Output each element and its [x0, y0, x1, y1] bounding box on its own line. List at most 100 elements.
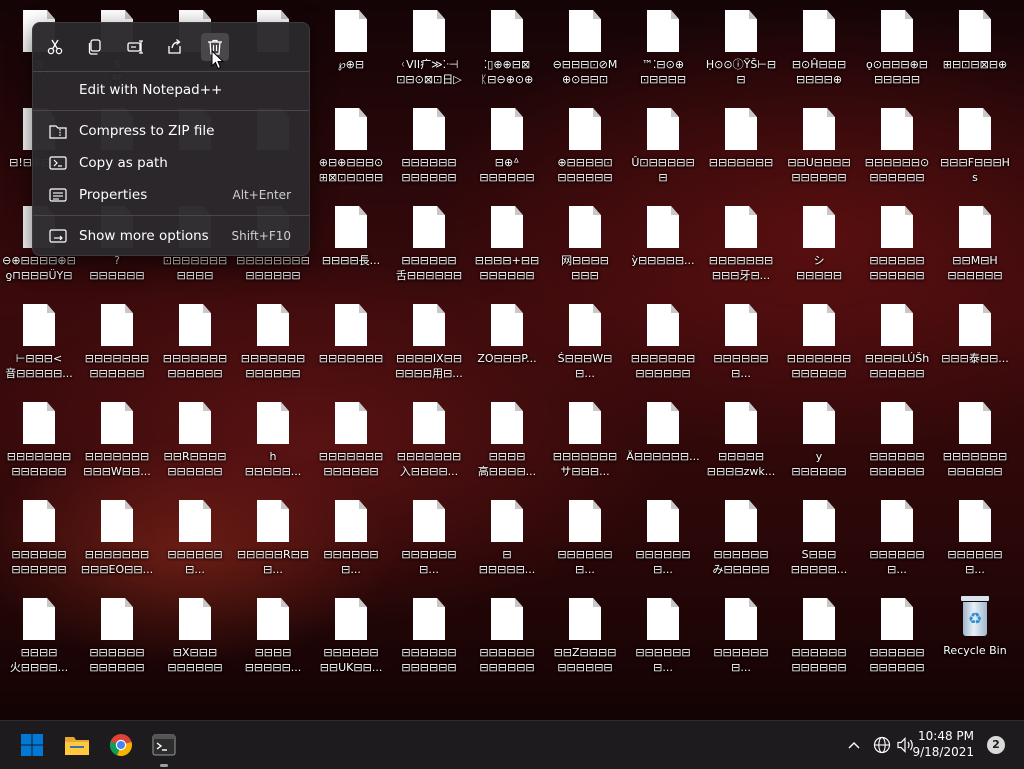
start-icon[interactable] [14, 727, 50, 763]
desktop-file-icon[interactable]: ⊟⊟⊟⊟⊟⊟⊟ ⊟⊟⊟EO⊟⊟... [80, 492, 154, 584]
desktop-file-icon[interactable]: ⊟⊟⊟⊟ 火⊟⊟⊟⊟... [2, 590, 76, 682]
desktop-file-icon[interactable]: ⊢⊟⊟⊟< 音⊟⊟⊟⊟⊟... [2, 296, 76, 388]
desktop-file-icon[interactable]: ỳ⊟⊟⊟⊟⊟... [626, 198, 700, 290]
cut-icon[interactable] [41, 33, 69, 61]
globe-network-icon[interactable] [872, 735, 892, 755]
chrome-icon[interactable] [103, 727, 139, 763]
desktop-file-icon[interactable]: ⊟⊟⊟⊟IX⊟⊟ ⊟⊟⊟⊟用⊟... [392, 296, 466, 388]
file-label: ⊟⊟⊟F⊟⊟⊟Hs ⊟⊟⊟⊟⊟⊟ [940, 156, 1010, 184]
notification-badge[interactable]: 2 [987, 736, 1005, 754]
desktop-file-icon[interactable]: Û⊡⊟⊟⊟⊟⊟ ⊟ [626, 100, 700, 192]
desktop-file-icon[interactable]: ⊟⊟⊟⊟⊟⊟⊟ ⊟⊟⊟⊟⊟⊟ [626, 296, 700, 388]
desktop-file-icon[interactable]: ⊟⊟⊟⊟⊟⊟⊟ ⊟⊟⊟⊟⊟⊟ [236, 296, 310, 388]
desktop-file-icon[interactable]: ™⁚⊟⊙⊕ ⊡⊟⊟⊟⊟ [626, 2, 700, 94]
desktop-file-icon[interactable]: ⊟⊟⊟⊟⊟⊟⊟... [314, 492, 388, 584]
share-icon[interactable] [161, 33, 189, 61]
desktop-file-icon[interactable]: ⊟⊟⊟⊟⊟⊟⊟ ⊟⊟⊟⊟⊟⊟ [782, 296, 856, 388]
chevron-up-icon[interactable] [844, 735, 864, 755]
desktop-file-icon[interactable]: ⊟⊟⊟⊟⊟⊟⊟ 入⊟⊟⊟⊟... [392, 394, 466, 486]
desktop-file-icon[interactable]: ⊟⊟⊟⊟ ⊟⊟⊟⊟⊟... [236, 590, 310, 682]
desktop-file-icon[interactable]: ⊟⊟⊟⊟⊟⊟⊟ ⊟⊟⊟⊟⊟⊟ [2, 394, 76, 486]
desktop-file-icon[interactable]: ⊟⊟⊟⊟⊟ ⊟⊟⊟⊟zwk... [704, 394, 778, 486]
recycle-bin[interactable]: ♻ Recycle Bin [938, 590, 1012, 682]
desktop-file-icon[interactable]: ⊟⊟⊟⊟+⊟⊟ ⊟⊟⊟⊟⊟⊟ [470, 198, 544, 290]
desktop-file-icon[interactable]: ⊟⊟⊟⊟⊟⊟ ⊟⊟⊟⊟⊟⊟ [392, 590, 466, 682]
menu-item-edit-notepadpp[interactable]: Edit with Notepad++ [37, 75, 305, 105]
desktop-file-icon[interactable]: ⊟⊟⊟⊟⊟⊟⊟... [626, 590, 700, 682]
desktop-file-icon[interactable]: ℘⊕⊟ [314, 2, 388, 94]
desktop-file-icon[interactable]: y ⊟⊟⊟⊟⊟⊟ [782, 394, 856, 486]
desktop-file-icon[interactable]: ⊟⊟⊟⊟⊟⊟⊟ ⊟⊟⊟⊟⊟⊟ [80, 296, 154, 388]
desktop-file-icon[interactable]: h ⊟⊟⊟⊟⊟... [236, 394, 310, 486]
menu-item-compress-zip[interactable]: Compress to ZIP file [37, 116, 305, 146]
desktop-file-icon[interactable]: Ś⊟⊟⊟W⊟⊟... [548, 296, 622, 388]
clock[interactable]: 10:48 PM 9/18/2021 [894, 728, 974, 760]
desktop-file-icon[interactable]: ⊟⊟⊟⊟⊟⊟ ⊟⊟⊟⊟⊟⊟ [80, 590, 154, 682]
desktop-file-icon[interactable]: ⊟⊟⊟⊟⊟⊟ ⊟⊟⊟⊟⊟⊟ [782, 590, 856, 682]
desktop-file-icon[interactable]: シ ⊟⊟⊟⊟⊟ [782, 198, 856, 290]
desktop-file-icon[interactable]: ǫ⊙⊟⊟⊟⊕⊟ ⊟⊟⊟⊟⊟ [860, 2, 934, 94]
desktop-file-icon[interactable]: ZO⊟⊟⊟P... [470, 296, 544, 388]
desktop-file-icon[interactable]: S⊟⊟⊟ ⊟⊟⊟⊟⊟... [782, 492, 856, 584]
menu-item-properties[interactable]: Properties Alt+Enter [37, 180, 305, 210]
desktop-file-icon[interactable]: ⊟⊟Z⊟⊟⊟⊟ ⊟⊟⊟⊟⊟⊟ [548, 590, 622, 682]
desktop-file-icon[interactable]: ⊟⊟⊟⊟⊟⊟⊟... [392, 492, 466, 584]
desktop-file-icon[interactable]: ⊟⊟⊟⊟⊟⊟ み⊟⊟⊟⊟⊟ [704, 492, 778, 584]
desktop-file-icon[interactable]: ⊟⊟⊟⊟⊟⊟⊟... [704, 590, 778, 682]
file-explorer-icon[interactable] [59, 727, 95, 763]
menu-item-copy-path[interactable]: Copy as path [37, 148, 305, 178]
copy-icon[interactable] [81, 33, 109, 61]
desktop-file-icon[interactable]: ⊟⊟⊟⊟⊟⊟⊟ [314, 296, 388, 388]
desktop-file-icon[interactable]: ⊟⊟⊟F⊟⊟⊟Hs ⊟⊟⊟⊟⊟⊟ [938, 100, 1012, 192]
shortcut-hint: Shift+F10 [231, 229, 291, 243]
desktop-file-icon[interactable]: ⊟⊟⊟⊟⊟⊟⊟ [704, 100, 778, 192]
desktop-file-icon[interactable]: ⊟⊟⊟⊟LÚŠh ⊟⊟⊟⊟⊟⊟ [860, 296, 934, 388]
desktop-file-icon[interactable]: ⊕⊟⊕⊟⊟⊟⊙ ⊞⊠⊡⊟⊡⊟⊟ [314, 100, 388, 192]
desktop-file-icon[interactable]: ⊟⊟⊟⊟⊟⊟ ⊟⊟⊟⊟⊟⊟ [392, 100, 466, 192]
desktop-file-icon[interactable]: ⊟⊟⊟⊟⊟⊟⊟ ⊟⊟⊟⊟⊟⊟ [938, 394, 1012, 486]
desktop-file-icon[interactable]: Ä⊟⊟⊟⊟⊟⊟... [626, 394, 700, 486]
desktop-file-icon[interactable]: ⊟⊟⊟⊟⊟⊟⊟... [548, 492, 622, 584]
desktop-file-icon[interactable]: ⊟⊟R⊟⊟⊟⊟ ⊟⊟⊟⊟⊟⊟ [158, 394, 232, 486]
desktop-file-icon[interactable]: ⊟⊟⊟⊟⊟⊟⊙ ⊟⊟⊟⊟⊟⊟ [860, 100, 934, 192]
desktop-file-icon[interactable]: ⊟⊙Ĥ⊟⊟⊟ ⊟⊟⊟⊟⊕ [782, 2, 856, 94]
desktop-file-icon[interactable]: ⊟⊟⊟⊟⊟⊟⊟ ⊟⊟⊟W⊟⊟... [80, 394, 154, 486]
desktop-file-icon[interactable]: ⊟⊟⊟⊟⊟⊟⊟... [704, 296, 778, 388]
desktop-file-icon[interactable]: ⊟⊟⊟⊟⊟⊟⊟ サ⊟⊟⊟... [548, 394, 622, 486]
desktop-file-icon[interactable]: ⊟⊟⊟⊟⊟⊟⊟ ⊟⊟⊟⊟⊟⊟ [158, 296, 232, 388]
desktop-file-icon[interactable]: ⊟⊟⊟⊟⊟⊟⊟... [158, 492, 232, 584]
desktop-file-icon[interactable]: ⊟ ⊟⊟⊟⊟⊟... [470, 492, 544, 584]
desktop-file-icon[interactable]: ⊟⊟⊟⊟⊟⊟ ⊟⊟⊟⊟⊟⊟ [860, 198, 934, 290]
desktop-file-icon[interactable]: ⊟⊟⊟⊟⊟⊟⊟... [860, 492, 934, 584]
rename-icon[interactable] [121, 33, 149, 61]
desktop-file-icon[interactable]: ᚲVII⽧≫⁚ᐧ⊣ ⊡⊟⊙⊠⊡⽇▷ [392, 2, 466, 94]
menu-item-show-more-options[interactable]: Show more options Shift+F10 [37, 221, 305, 251]
desktop-file-icon[interactable]: ⊟⊟⊟⊟⊟R⊟⊟⊟... [236, 492, 310, 584]
desktop-file-icon[interactable]: 网⊟⊟⊟⊟ ⊟⊟⊟ [548, 198, 622, 290]
desktop-file-icon[interactable]: ⊟X⊟⊟⊟ ⊟⊟⊟⊟⊟⊟ [158, 590, 232, 682]
desktop-file-icon[interactable]: ⊞⊟⊡⊟⊠⊟⊕ [938, 2, 1012, 94]
desktop-file-icon[interactable]: ⊟⊟M⊟H ⊟⊟⊟⊟⊟⊟ [938, 198, 1012, 290]
desktop-file-icon[interactable]: ⊟⊟⊟⊟⊟⊟ ⊟⊟⊟⊟⊟⊟ [470, 590, 544, 682]
desktop-file-icon[interactable]: ⊟⊟⊟⊟⊟⊟⊟ ⊟⊟⊟牙⊟... [704, 198, 778, 290]
desktop-file-icon[interactable]: ⊟⊟⊟泰⊟⊟... [938, 296, 1012, 388]
desktop-file-icon[interactable]: ⊟⊟⊟⊟⊟⊟ ⊟⊟⊟⊟⊟⊟ [2, 492, 76, 584]
desktop-file-icon[interactable]: ⊟⊟U⊟⊟⊟⊟ ⊟⊟⊟⊟⊟⊟ [782, 100, 856, 192]
desktop-file-icon[interactable]: ⊟⊟⊟⊟⊟⊟⊟... [626, 492, 700, 584]
file-icon [23, 304, 55, 346]
desktop-file-icon[interactable]: ⊟⊟⊟⊟ 高⊟⊟⊟⊟... [470, 394, 544, 486]
desktop-file-icon[interactable]: ⊟⊟⊟⊟⊟⊟ 舌⊟⊟⊟⊟⊟⊟ [392, 198, 466, 290]
desktop-file-icon[interactable]: ⊕⊟⊟⊟⊟⊡ ⊟⊟⊟⊟⊟⊟ [548, 100, 622, 192]
clock-time: 10:48 PM [918, 729, 974, 743]
desktop-file-icon[interactable]: ⁚▯⊕⊕⊟⊠ ᛕ⊟⊖⊕⊙⊕ [470, 2, 544, 94]
desktop-file-icon[interactable]: Ḥ⊙⊙ⓘȲŠ⊢⊟⊟ [704, 2, 778, 94]
desktop-file-icon[interactable]: ⊟⊟⊟⊟長... [314, 198, 388, 290]
desktop-file-icon[interactable]: ⊟⊟⊟⊟⊟⊟⊟... [938, 492, 1012, 584]
desktop-file-icon[interactable]: ⊟⊟⊟⊟⊟⊟ ⊟⊟⊟⊟⊟⊟ [860, 394, 934, 486]
terminal-icon[interactable] [146, 727, 182, 763]
desktop-file-icon[interactable]: ⊟⊟⊟⊟⊟⊟⊟ ⊟⊟⊟⊟⊟⊟ [314, 394, 388, 486]
desktop-file-icon[interactable]: ⊟⊟⊟⊟⊟⊟ ⊟⊟UK⊟⊟... [314, 590, 388, 682]
desktop-file-icon[interactable]: ⊟⊕ᐞ ⊟⊟⊟⊟⊟⊟ [470, 100, 544, 192]
desktop-file-icon[interactable]: ⊟⊟⊟⊟⊟⊟ ⊟⊟⊟⊟⊟⊟ [860, 590, 934, 682]
desktop-file-icon[interactable]: ⊖⊟⊟⊟⊡⊘M ⊕⊙⊟⊟⊡ [548, 2, 622, 94]
